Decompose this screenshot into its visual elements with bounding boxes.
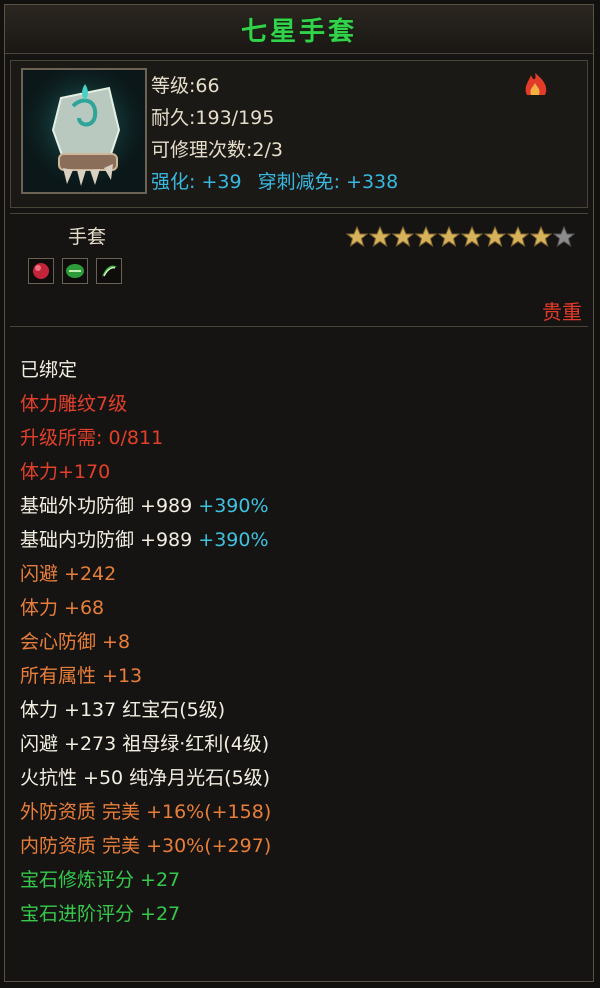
item-durability: 耐久:193/195 xyxy=(151,107,275,129)
gem-refine-score: 宝石修炼评分 +27 xyxy=(20,869,181,891)
emerald-gem-icon[interactable] xyxy=(62,258,88,284)
gauntlet-icon[interactable] xyxy=(21,68,147,194)
star-icon xyxy=(461,226,483,248)
star-icon xyxy=(484,226,506,248)
item-level: 等级:66 xyxy=(151,75,220,97)
star-icon xyxy=(415,226,437,248)
gem-advance-score: 宝石进阶评分 +27 xyxy=(20,903,181,925)
all-attributes-stat: 所有属性 +13 xyxy=(20,665,143,687)
int-defense-base: 基础内功防御 +989 xyxy=(20,529,193,551)
ext-defense-pct: +390% xyxy=(198,495,269,517)
star-icon xyxy=(438,226,460,248)
engrave-level: 体力雕纹7级 xyxy=(20,393,128,415)
ext-defense-base: 基础外功防御 +989 xyxy=(20,495,193,517)
gem-bonus-2: 闪避 +273 祖母绿·红利(4级) xyxy=(20,733,270,755)
flame-icon xyxy=(519,67,553,101)
star-empty-icon xyxy=(553,226,575,248)
pierce-reduction-value: 穿刺减免: +338 xyxy=(257,171,399,193)
attribute-panel: 已绑定 体力雕纹7级 升级所需: 0/811 体力+170 基础外功防御 +98… xyxy=(10,326,588,976)
enhance-row: 强化: +39 穿刺减免: +338 xyxy=(151,167,408,194)
type-panel: 手套 贵重 xyxy=(10,213,588,324)
int-defense-row: 基础内功防御 +989 +390% xyxy=(20,525,269,552)
moonstone-gem-icon[interactable] xyxy=(96,258,122,284)
item-type: 手套 xyxy=(68,226,107,248)
rarity-label: 贵重 xyxy=(542,300,582,324)
stamina-stat: 体力 +68 xyxy=(20,597,105,619)
gem-bonus-3: 火抗性 +50 纯净月光石(5级) xyxy=(20,767,271,789)
dodge-stat: 闪避 +242 xyxy=(20,563,117,585)
star-icon xyxy=(530,226,552,248)
star-icon xyxy=(507,226,529,248)
gem-bonus-1: 体力 +137 红宝石(5级) xyxy=(20,699,226,721)
upgrade-requirement: 升级所需: 0/811 xyxy=(20,427,164,449)
stamina-bonus: 体力+170 xyxy=(20,461,111,483)
star-rating xyxy=(346,226,576,248)
star-icon xyxy=(392,226,414,248)
ext-quality: 外防资质 完美 +16%(+158) xyxy=(20,801,272,823)
star-icon xyxy=(346,226,368,248)
gem-slots xyxy=(28,258,130,284)
int-quality: 内防资质 完美 +30%(+297) xyxy=(20,835,272,857)
int-defense-pct: +390% xyxy=(198,529,269,551)
crit-defense-stat: 会心防御 +8 xyxy=(20,631,131,653)
title-bar: 七星手套 xyxy=(5,5,593,54)
star-icon xyxy=(369,226,391,248)
enhance-value: 强化: +39 xyxy=(151,171,242,193)
bound-status: 已绑定 xyxy=(20,359,78,381)
item-info-panel: 等级:66 耐久:193/195 可修理次数:2/3 强化: +39 穿刺减免:… xyxy=(10,60,588,208)
item-repair-count: 可修理次数:2/3 xyxy=(151,139,283,161)
ext-defense-row: 基础外功防御 +989 +390% xyxy=(20,491,269,518)
ruby-gem-icon[interactable] xyxy=(28,258,54,284)
item-name: 七星手套 xyxy=(240,16,357,47)
